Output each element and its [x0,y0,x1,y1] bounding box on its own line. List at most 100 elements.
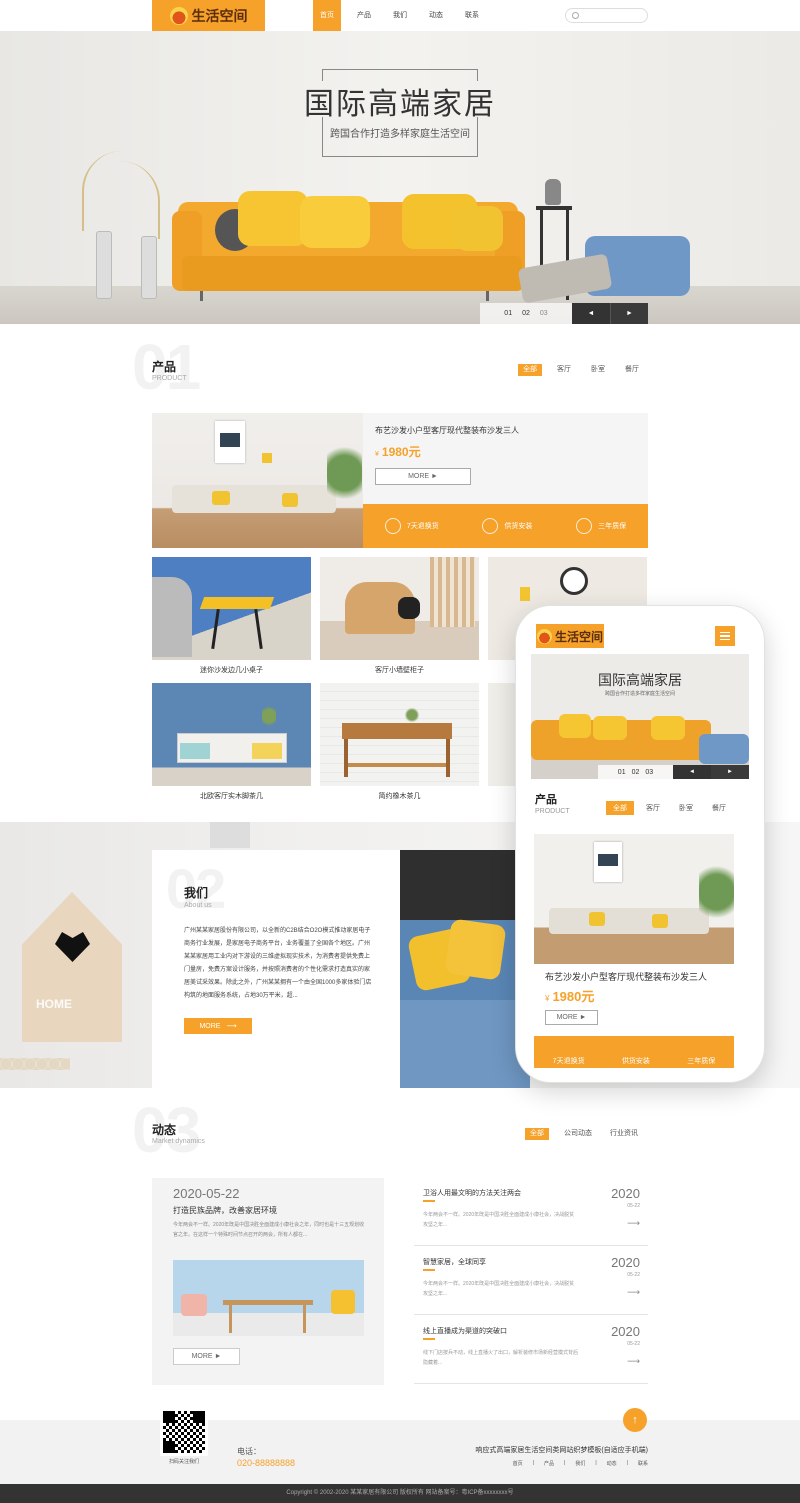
logo-text: 生活空间 [191,9,248,25]
featured-news[interactable]: 2020-05-22 打造民族品牌，改善家居环境 今年两会不一样。2020年既是… [152,1178,384,1385]
featured-news-text: 今年两会不一样。2020年既是中国决胜全面建成小康社会之年，同时也是十三五规划收… [173,1222,365,1238]
slide-02[interactable]: 02 [522,310,530,317]
tab-dining[interactable]: 餐厅 [620,364,644,376]
phone-product-title[interactable]: 布艺沙发小户型客厅现代整装布沙发三人 [545,970,707,983]
hero-banner: 国际高端家居 跨国合作打造多样家庭生活空间 01 02 03 ◄ ► [0,31,800,324]
qr-label: 扫码关注我们 [168,1459,199,1465]
tab-news-all[interactable]: 全部 [525,1128,549,1140]
qr-code [160,1408,208,1456]
feature-warranty: 三年质保 [687,1058,716,1065]
news-item-year: 2020 [611,1324,640,1339]
tab-all[interactable]: 全部 [518,364,542,376]
news-item-year: 2020 [611,1186,640,1201]
arrow-right-icon: ⟶ [226,1023,237,1030]
news-item-date: 05-22 [627,1272,640,1278]
products-title: 产品 [152,360,177,374]
tab-company-news[interactable]: 公司动态 [560,1128,596,1140]
phone-number: 020-88888888 [237,1458,296,1468]
feature-returns: 7天退换货 [552,1058,585,1065]
product-caption: 客厅小墙壁柜子 [375,667,424,674]
product-card[interactable]: 客厅小墙壁柜子 [320,557,479,675]
news-item[interactable]: 卫浴人用最文明的方法关注两会 今年两会不一样。2020年既是中国决胜全面建成小康… [414,1178,648,1246]
phone-screen: 生活空间 国际高端家居 跨国合作打造多样家庭生活空间 01 02 03 ◄ ► 产品… [531,618,749,1068]
feature-returns: 7天退换货 [384,518,439,534]
search-icon [572,12,579,19]
phone-label: 电话： [237,1447,261,1456]
about-text: 广州某某家居股份有限公司，以全新的C2B结合O2O模式推动家居电子商务行业发展，… [184,928,372,999]
arrow-right-icon[interactable]: ⟶ [627,1287,640,1298]
nav-contact[interactable]: 联系 [458,0,486,31]
featured-product-price: ¥1980元 [375,445,421,459]
arrow-right-icon[interactable]: ⟶ [627,1218,640,1229]
featured-product-image[interactable] [152,413,363,548]
feature-warranty: 三年质保 [576,518,626,534]
news-item[interactable]: 线上直播成为渠道的突破口 线下门店按兵不动，线上直播火了出口，解析装修市场新经营… [414,1316,648,1384]
about-image [400,850,530,1088]
tab-industry-news[interactable]: 行业资讯 [606,1128,642,1140]
phone-banner: 国际高端家居 跨国合作打造多样家庭生活空间 01 02 03 ◄ ► [531,654,749,779]
phone-tab-all[interactable]: 全部 [606,801,634,815]
featured-news-title[interactable]: 打造民族品牌，改善家居环境 [173,1205,277,1216]
product-card[interactable]: 简约橡木茶几 [320,683,479,801]
back-to-top-icon[interactable]: ↑ [623,1408,647,1432]
phone-tab-dining[interactable]: 餐厅 [705,801,733,815]
slide-03[interactable]: 03 [540,310,548,317]
footer-link-about[interactable]: 我们 [575,1460,585,1467]
phone-tab-living[interactable]: 客厅 [639,801,667,815]
nav-about[interactable]: 我们 [386,0,414,31]
phone-mockup: 生活空间 国际高端家居 跨国合作打造多样家庭生活空间 01 02 03 ◄ ► 产品… [515,605,765,1083]
footer-link-news[interactable]: 动态 [607,1460,617,1467]
tab-bedroom[interactable]: 卧室 [586,364,610,376]
news-title: 动态 [152,1123,177,1137]
news-item-title[interactable]: 卫浴人用最文明的方法关注两会 [423,1188,521,1198]
returns-icon [384,518,401,534]
nav-products[interactable]: 产品 [350,0,378,31]
slide-02[interactable]: 02 [632,769,640,776]
footer-link-home[interactable]: 首页 [513,1460,523,1467]
prev-slide-button[interactable]: ◄ [673,765,711,779]
prev-slide-button[interactable]: ◄ [572,303,610,324]
footer-link-contact[interactable]: 联系 [638,1460,648,1467]
phone-tab-bedroom[interactable]: 卧室 [672,801,700,815]
news-item[interactable]: 智慧家居，全球同享 今年两会不一样。2020年既是中国决胜全面建成小康社会，决战… [414,1247,648,1315]
nav-news[interactable]: 动态 [422,0,450,31]
news-item-title[interactable]: 线上直播成为渠道的突破口 [423,1326,507,1336]
next-slide-button[interactable]: ► [610,303,648,324]
product-caption: 北欧客厅实木脚茶几 [200,793,263,800]
warranty-icon [576,518,593,534]
phone-product-price: ¥1980元 [545,989,595,1004]
news-item-desc: 线下门店按兵不动，线上直播火了出口，解析装修市场新经营模式背后隐藏着... [423,1350,579,1366]
slide-01[interactable]: 01 [504,310,512,317]
product-card[interactable]: 迷你沙发边几小桌子 [152,557,311,675]
product-card[interactable]: 北欧客厅实木脚茶几 [152,683,311,801]
phone-banner-controls: 01 02 03 ◄ ► [598,765,749,779]
logo-sun-icon [169,6,188,25]
logo[interactable]: 生活空间 [152,0,265,31]
site-footer: 扫码关注我们 电话： 020-88888888 ↑ 响应式高端家居生活空间类网站… [0,1408,800,1484]
phone-service-features: 7天退换货 供货安装 三年质保 [534,1036,734,1068]
phone-more-button[interactable]: MORE ► [545,1010,598,1025]
featured-news-more-button[interactable]: MORE ► [173,1348,240,1365]
phone-product-image[interactable] [534,834,734,964]
menu-icon[interactable] [715,626,735,646]
tab-living-room[interactable]: 客厅 [552,364,576,376]
banner-subtitle: 跨国合作打造多样家庭生活空间 [330,129,470,140]
slide-03[interactable]: 03 [645,769,653,776]
nav-home[interactable]: 首页 [313,0,341,31]
news-item-title[interactable]: 智慧家居，全球同享 [423,1257,486,1267]
service-features: 7天退换货 供货安装 三年质保 [363,504,648,548]
about-title: 我们 [184,886,209,900]
about-subtitle: About us [184,902,212,909]
slide-01[interactable]: 01 [618,769,626,776]
phone-logo[interactable]: 生活空间 [536,624,604,648]
about-more-button[interactable]: MORE ⟶ [184,1018,252,1034]
copyright: Copyright © 2002-2020 某某家居有限公司 版权所有 网站备案… [0,1484,800,1503]
featured-more-button[interactable]: MORE ► [375,468,471,485]
footer-link-products[interactable]: 产品 [544,1460,554,1467]
banner-controls: 01 02 03 ◄ ► [480,303,648,324]
arrow-right-icon[interactable]: ⟶ [627,1356,640,1367]
next-slide-button[interactable]: ► [711,765,749,779]
search-input[interactable] [565,8,648,23]
featured-product-title[interactable]: 布艺沙发小户型客厅现代整装布沙发三人 [375,425,519,436]
featured-news-image [173,1260,364,1336]
